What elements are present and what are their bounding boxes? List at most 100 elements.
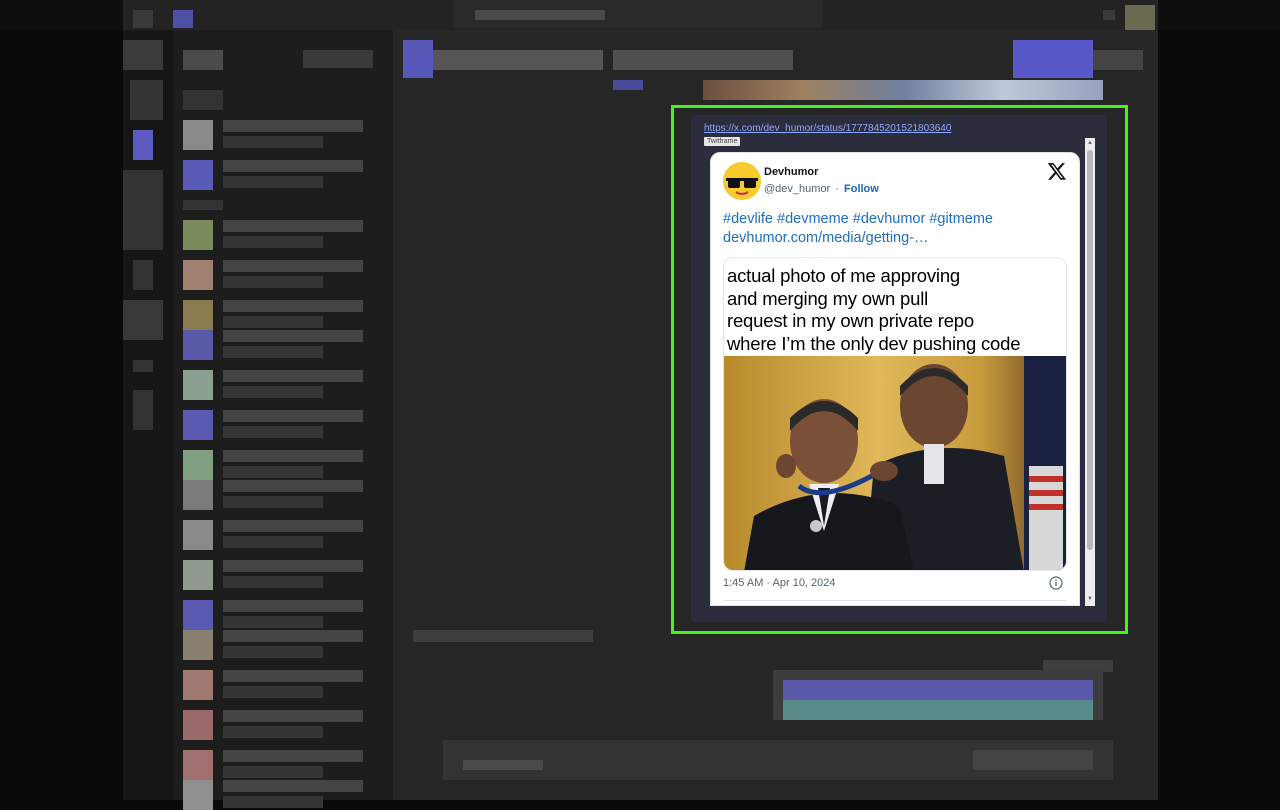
blurred-dm-avatar[interactable] — [183, 260, 213, 290]
blurred-dm-avatar[interactable] — [183, 600, 213, 630]
blurred-dm-preview — [223, 796, 323, 808]
blurred-dm-avatar[interactable] — [183, 750, 213, 780]
blurred-section-label — [183, 200, 223, 210]
tweet-timestamp[interactable]: 1:45 AM · Apr 10, 2024 — [723, 577, 836, 589]
blurred-dm-name[interactable] — [223, 120, 363, 132]
blurred-dm-preview — [223, 386, 323, 398]
blurred-dm-name[interactable] — [223, 220, 363, 232]
blurred-dm-preview — [223, 136, 323, 148]
blurred-dm-avatar[interactable] — [183, 710, 213, 740]
blurred-dm-name[interactable] — [223, 410, 363, 422]
blurred-dm-preview — [223, 766, 323, 778]
blurred-dm-name[interactable] — [223, 630, 363, 642]
blurred-dm-preview — [223, 276, 323, 288]
blurred-dm-name[interactable] — [223, 710, 363, 722]
meme-caption: actual photo of me approving and merging… — [727, 265, 1066, 355]
blurred-server-icon[interactable] — [133, 260, 153, 290]
blurred-dm-avatar[interactable] — [183, 630, 213, 660]
blurred-dm-avatar[interactable] — [183, 560, 213, 590]
tweet-media-image[interactable]: actual photo of me approving and merging… — [723, 257, 1067, 571]
blurred-composer-placeholder — [463, 760, 543, 770]
blurred-dm-name[interactable] — [223, 330, 363, 342]
blurred-dm-preview — [223, 176, 323, 188]
blurred-message-bubble — [783, 680, 1093, 700]
blurred-dm-name[interactable] — [223, 480, 363, 492]
blurred-dm-avatar[interactable] — [183, 120, 213, 150]
blurred-server-icon[interactable] — [123, 300, 163, 340]
blurred-topbar-icon — [1103, 10, 1115, 20]
blurred-previous-item — [613, 80, 643, 90]
blurred-server-icon[interactable] — [133, 130, 153, 160]
blurred-dm-preview — [223, 346, 323, 358]
separator: · — [835, 183, 839, 195]
scrollbar-thumb[interactable] — [1087, 150, 1093, 550]
blurred-dm-avatar[interactable] — [183, 670, 213, 700]
blurred-dm-preview — [223, 236, 323, 248]
blurred-dm-preview — [223, 496, 323, 508]
scroll-down-arrow-icon[interactable]: ▼ — [1087, 596, 1093, 602]
tweet-text: #devlife #devmeme #devhumor #gitmeme dev… — [723, 210, 1063, 248]
blurred-dm-avatar[interactable] — [183, 520, 213, 550]
blurred-chat-header-buttons[interactable] — [1013, 40, 1093, 78]
blurred-dm-preview — [223, 686, 323, 698]
blurred-dm-name[interactable] — [223, 370, 363, 382]
blurred-dm-preview — [223, 726, 323, 738]
blurred-dm-avatar[interactable] — [183, 370, 213, 400]
meme-caption-line: actual photo of me approving — [727, 265, 961, 286]
blurred-dm-avatar[interactable] — [183, 330, 213, 360]
meme-caption-line: and merging my own pull — [727, 287, 929, 309]
blurred-topbar-icon — [173, 10, 193, 28]
blurred-dm-preview — [223, 426, 323, 438]
blurred-dm-name[interactable] — [223, 670, 363, 682]
embed-source-badge: Twitframe — [704, 137, 741, 146]
tweet-link[interactable]: devhumor.com/media/getting-… — [723, 229, 1063, 248]
sunglasses-face-icon[interactable] — [723, 162, 761, 200]
tweet-author-handle-row: @dev_humor · Follow — [764, 183, 879, 195]
blurred-server-icon[interactable] — [133, 390, 153, 430]
blurred-dm-name[interactable] — [223, 450, 363, 462]
blurred-dm-name[interactable] — [223, 600, 363, 612]
blurred-composer-icons[interactable] — [973, 750, 1093, 770]
blurred-chat-header-title — [433, 50, 603, 70]
blurred-previous-image — [703, 80, 1103, 100]
blurred-chat-header-title — [613, 50, 793, 70]
follow-button[interactable]: Follow — [844, 183, 879, 195]
blurred-dm-name[interactable] — [223, 300, 363, 312]
blurred-dm-name[interactable] — [223, 520, 363, 532]
blurred-dm-avatar[interactable] — [183, 450, 213, 480]
tweet-divider — [723, 600, 1067, 601]
blurred-server-icon[interactable] — [123, 40, 163, 70]
scroll-up-arrow-icon[interactable]: ▲ — [1087, 140, 1093, 146]
meme-caption-line: where I’m the only dev pushing code — [727, 332, 1021, 354]
info-icon[interactable] — [1049, 576, 1063, 590]
blurred-topbar-icon — [133, 10, 153, 28]
blurred-message-bubble — [783, 700, 1093, 720]
blurred-dm-avatar[interactable] — [183, 410, 213, 440]
blurred-dm-name[interactable] — [223, 160, 363, 172]
blurred-dm-avatar[interactable] — [183, 780, 213, 810]
blurred-section-label — [183, 90, 223, 110]
blurred-dm-name[interactable] — [223, 750, 363, 762]
blurred-dm-avatar[interactable] — [183, 480, 213, 510]
blurred-dm-avatar[interactable] — [183, 160, 213, 190]
blurred-dm-name[interactable] — [223, 560, 363, 572]
iframe-scrollbar[interactable]: ▲ ▼ — [1085, 138, 1095, 606]
embed-link[interactable]: https://x.com/dev_humor/status/177784520… — [704, 123, 951, 134]
meme-photo — [724, 356, 1066, 570]
blurred-server-icon[interactable] — [130, 80, 163, 120]
blurred-message-author — [413, 630, 593, 642]
tweet-author-handle[interactable]: @dev_humor — [764, 183, 830, 195]
blurred-dm-preview — [223, 576, 323, 588]
meme-caption-line: request in my own private repo — [727, 310, 974, 331]
blurred-server-icon[interactable] — [123, 170, 163, 250]
blurred-server-icon[interactable] — [133, 360, 153, 372]
blurred-chat-header-buttons[interactable] — [1093, 50, 1143, 70]
x-logo-icon[interactable] — [1047, 161, 1067, 181]
blurred-dm-avatar[interactable] — [183, 300, 213, 330]
blurred-dm-name[interactable] — [223, 260, 363, 272]
blurred-dm-avatar[interactable] — [183, 220, 213, 250]
blurred-topbar-avatar — [1125, 5, 1155, 30]
tweet-hashtags[interactable]: #devlife #devmeme #devhumor #gitmeme — [723, 210, 1063, 229]
tweet-author-name[interactable]: Devhumor — [764, 166, 818, 178]
blurred-dm-name[interactable] — [223, 780, 363, 792]
